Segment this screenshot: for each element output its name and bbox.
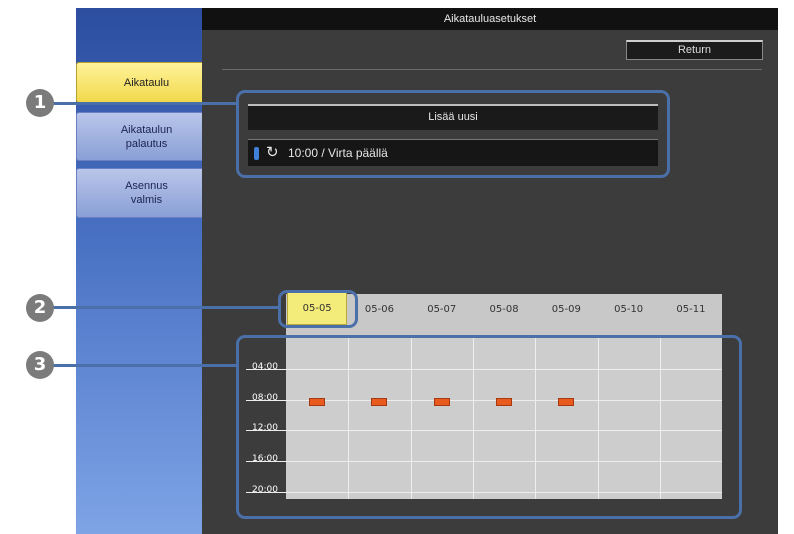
tab-aikataulu-label: Aikataulu [123,77,170,89]
tab-aikataulun-palautus-label: Aikataulun palautus [120,124,173,150]
callout-frame-2 [278,290,358,328]
tab-aikataulu[interactable]: Aikataulu [76,62,217,103]
callout-number-2: 2 [26,294,54,322]
tab-aikataulun-palautus[interactable]: Aikataulun palautus [76,112,217,161]
day-header[interactable]: 05-10 [599,294,659,326]
return-button[interactable]: Return [626,40,763,60]
divider [222,69,762,70]
day-header[interactable]: 05-09 [536,294,596,326]
callout-number-3: 3 [26,351,54,379]
callout-frame-1 [236,90,670,178]
callout-line-3 [52,364,238,367]
tab-asennus-valmis-label: Asennus valmis [125,180,168,206]
callout-number-1: 1 [26,89,54,117]
tab-asennus-valmis[interactable]: Asennus valmis [76,168,217,218]
day-header[interactable]: 05-11 [661,294,721,326]
day-header[interactable]: 05-07 [412,294,472,326]
callout-frame-3 [236,335,742,519]
day-header[interactable]: 05-06 [349,294,409,326]
day-header[interactable]: 05-08 [474,294,534,326]
callout-line-2 [52,306,280,309]
callout-line-1 [52,102,238,105]
window-title: Aikatauluasetukset [202,8,778,30]
